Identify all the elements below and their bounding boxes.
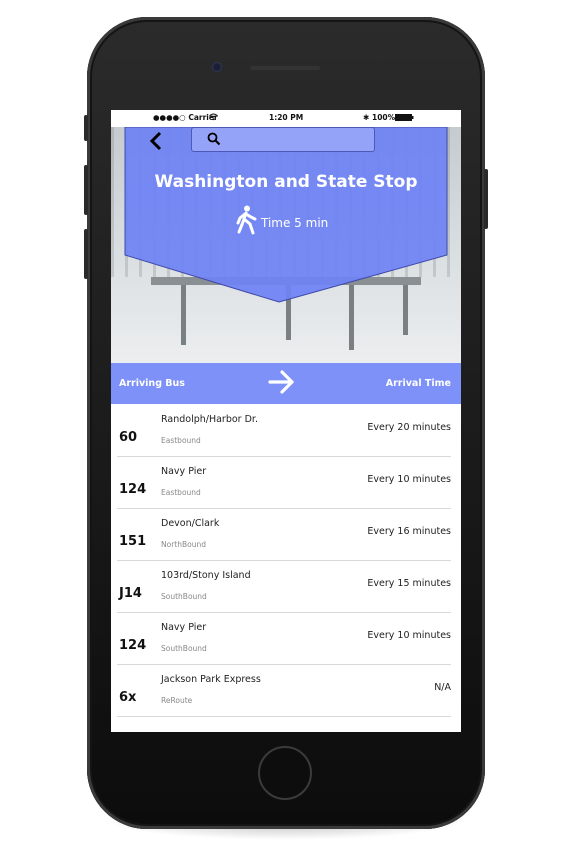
status-bar: ●●●●○ Carrier 1:20 PM ✱ 100% (111, 110, 461, 127)
route-arrival: N/A (434, 682, 451, 693)
route-arrival: Every 16 minutes (367, 526, 451, 537)
back-chevron-icon (149, 131, 162, 151)
right-arrow-icon (268, 370, 294, 394)
stop-hero: Washington and State Stop Time 5 min (111, 127, 461, 363)
route-number: 124 (119, 482, 147, 497)
route-name: Navy Pier (161, 622, 207, 633)
route-direction: NorthBound (161, 540, 206, 549)
list-header: Arriving Bus Arrival Time (111, 363, 461, 404)
route-arrival: Every 10 minutes (367, 474, 451, 485)
table-row[interactable]: 124 Navy Pier Eastbound Every 10 minutes (117, 457, 451, 509)
arrival-time-header: Arrival Time (385, 378, 451, 389)
route-number: 6x (119, 690, 137, 705)
battery-icon (395, 114, 414, 123)
carrier-label: ●●●●○ Carrier (153, 113, 218, 122)
route-list: 60 Randolph/Harbor Dr. Eastbound Every 2… (111, 405, 461, 717)
route-direction: SouthBound (161, 644, 207, 653)
walking-person-icon (236, 205, 257, 235)
route-number: 124 (119, 638, 147, 653)
mute-switch (84, 115, 88, 141)
route-name: 103rd/Stony Island (161, 570, 251, 581)
stop-title: Washington and State Stop (154, 172, 418, 192)
power-button (484, 169, 488, 229)
route-arrival: Every 15 minutes (367, 578, 451, 589)
wifi-icon (209, 113, 218, 123)
table-row[interactable]: 151 Devon/Clark NorthBound Every 16 minu… (117, 509, 451, 561)
home-button[interactable] (258, 746, 312, 800)
earpiece-speaker (250, 66, 320, 70)
table-row[interactable]: 60 Randolph/Harbor Dr. Eastbound Every 2… (117, 405, 451, 457)
route-name: Randolph/Harbor Dr. (161, 414, 258, 425)
front-camera (212, 62, 222, 72)
route-direction: Eastbound (161, 488, 201, 497)
search-input[interactable] (191, 127, 375, 152)
route-direction: Eastbound (161, 436, 201, 445)
table-row[interactable]: 6x Jackson Park Express ReRoute N/A (117, 665, 451, 717)
search-icon (207, 132, 221, 146)
volume-up-button (84, 165, 88, 215)
table-row[interactable]: J14 103rd/Stony Island SouthBound Every … (117, 561, 451, 613)
table-row[interactable]: 124 Navy Pier SouthBound Every 10 minute… (117, 613, 451, 665)
route-arrival: Every 10 minutes (367, 630, 451, 641)
battery-label: 100% (372, 113, 396, 122)
route-name: Navy Pier (161, 466, 207, 477)
back-button[interactable] (145, 131, 167, 153)
status-time: 1:20 PM (269, 113, 304, 122)
volume-down-button (84, 229, 88, 279)
bluetooth-icon: ✱ (363, 113, 370, 122)
route-number: 60 (119, 430, 138, 445)
route-arrival: Every 20 minutes (367, 422, 451, 433)
app-screen: ●●●●○ Carrier 1:20 PM ✱ 100% Washington … (111, 110, 461, 732)
route-direction: SouthBound (161, 592, 207, 601)
route-name: Jackson Park Express (161, 674, 261, 685)
route-number: J14 (119, 586, 142, 601)
walk-time: Time 5 min (261, 216, 329, 230)
arriving-bus-header: Arriving Bus (119, 378, 185, 389)
route-name: Devon/Clark (161, 518, 220, 529)
route-direction: ReRoute (161, 696, 193, 705)
route-number: 151 (119, 534, 147, 549)
